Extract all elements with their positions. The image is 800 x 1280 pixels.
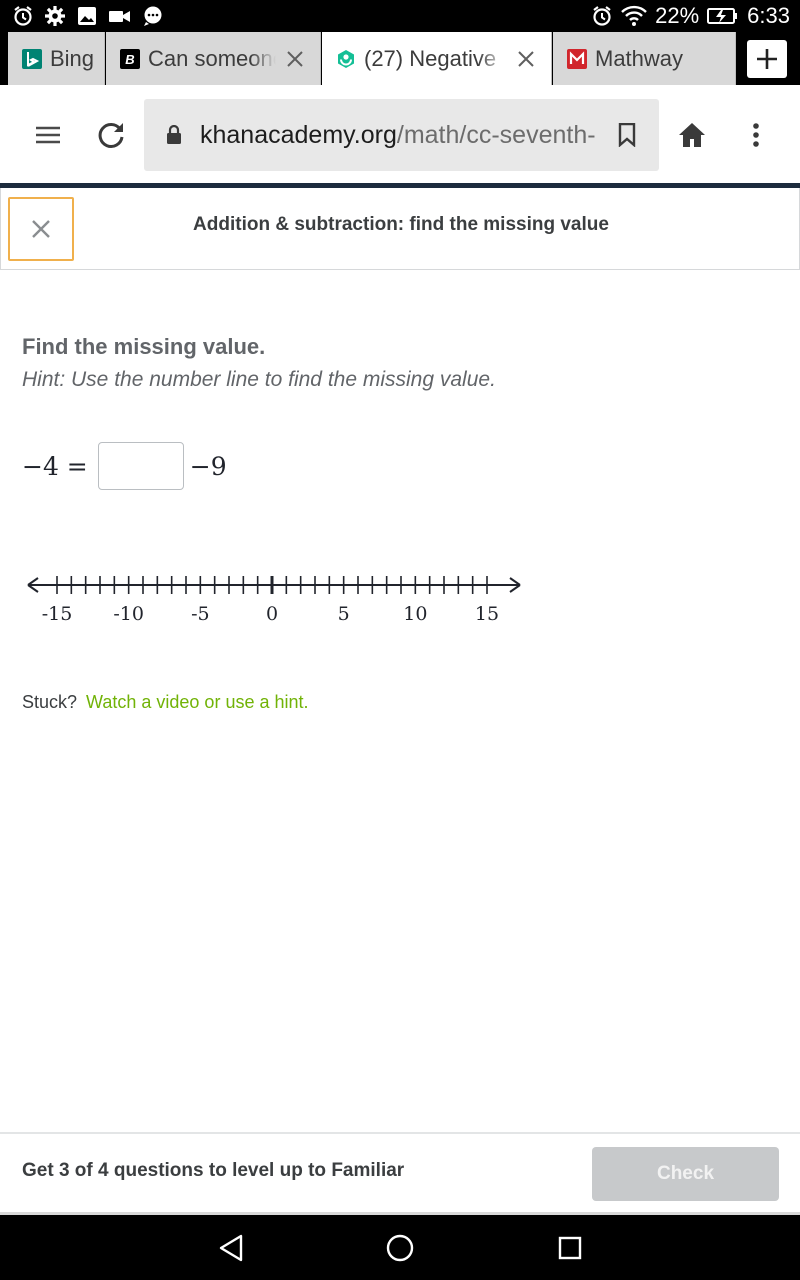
- home-circle-icon: [386, 1234, 414, 1262]
- equation: −4 = −9: [22, 442, 227, 490]
- answer-input[interactable]: [97, 442, 184, 490]
- recents-square-icon: [558, 1236, 582, 1260]
- battery-icon: [707, 6, 739, 26]
- close-tab-icon[interactable]: [282, 46, 308, 72]
- status-bar: 22% 6:33: [0, 0, 800, 32]
- address-bar[interactable]: khanacademy.org/math/cc-seventh-grade-ma…: [144, 99, 659, 171]
- tab-title: Bing: [50, 45, 95, 71]
- plus-icon: [757, 49, 777, 69]
- tab-title: (27) Negative: [364, 45, 497, 71]
- reload-icon: [98, 122, 124, 148]
- tab-khan-academy[interactable]: (27) Negative: [322, 32, 552, 85]
- tab-brainly[interactable]: B Can someone: [106, 32, 321, 85]
- video-icon: [108, 5, 132, 27]
- url-path: /math/cc-seventh-grade-math: [396, 120, 596, 149]
- chat-icon: [142, 5, 164, 27]
- stuck-label: Stuck?: [22, 692, 78, 712]
- equation-lhs: −4 =: [22, 451, 88, 481]
- recents-button[interactable]: [555, 1233, 585, 1263]
- tab-strip: Bing B Can someone (27) Negative Mathway: [0, 32, 800, 85]
- tick-label: 5: [338, 603, 350, 625]
- home-button[interactable]: [668, 111, 716, 159]
- overflow-menu-button[interactable]: [732, 111, 780, 159]
- close-tab-icon[interactable]: [513, 46, 539, 72]
- battery-percent: 22%: [655, 3, 700, 28]
- bookmark-icon[interactable]: [613, 121, 641, 149]
- watch-video-hint-link[interactable]: Watch a video or use a hint.: [86, 692, 308, 712]
- alarm-icon: [12, 5, 34, 27]
- bing-icon: [22, 48, 42, 69]
- tab-title: Can someone: [148, 45, 276, 71]
- gear-icon: [44, 5, 66, 27]
- reload-button[interactable]: [87, 111, 135, 159]
- image-icon: [76, 5, 98, 27]
- equation-rhs: −9: [189, 451, 227, 481]
- level-up-text: Get 3 of 4 questions to level up to Fami…: [22, 1160, 405, 1181]
- browser-toolbar: khanacademy.org/math/cc-seventh-grade-ma…: [0, 85, 800, 185]
- tab-bing[interactable]: Bing: [8, 32, 105, 85]
- exercise-title: Addition & subtraction: find the missing…: [193, 214, 609, 235]
- url-text: khanacademy.org/math/cc-seventh-grade-ma…: [200, 121, 596, 150]
- tick-label: 0: [266, 603, 278, 625]
- exercise-header: Addition & subtraction: find the missing…: [0, 188, 800, 270]
- tick-label: 10: [403, 603, 427, 625]
- tick-label: -5: [191, 603, 210, 625]
- mathway-icon: [567, 48, 587, 69]
- wifi-icon: [621, 5, 647, 27]
- tab-title: Mathway: [595, 45, 684, 71]
- navigation-bar: [0, 1215, 800, 1280]
- question-prompt: Find the missing value.: [22, 334, 266, 359]
- check-button[interactable]: Check: [592, 1147, 779, 1201]
- clock: 6:33: [747, 3, 790, 28]
- menu-button[interactable]: [24, 111, 72, 159]
- hamburger-icon: [36, 126, 60, 144]
- url-domain: khanacademy.org: [200, 120, 397, 149]
- home-nav-button[interactable]: [385, 1233, 415, 1263]
- svg-text:B: B: [125, 52, 134, 67]
- new-tab-button[interactable]: [747, 40, 787, 78]
- tab-mathway[interactable]: Mathway: [553, 32, 736, 85]
- brainly-icon: B: [120, 48, 140, 69]
- alarm-icon: [591, 5, 613, 27]
- lock-icon: [164, 123, 184, 147]
- number-line: -15 -10 -5 0 5 10 15: [27, 576, 521, 625]
- question-hint: Hint: Use the number line to find the mi…: [22, 368, 496, 391]
- tick-label: -15: [42, 603, 73, 625]
- back-button[interactable]: [216, 1233, 246, 1263]
- back-triangle-icon: [219, 1234, 243, 1262]
- exercise-footer: Get 3 of 4 questions to level up to Fami…: [0, 1132, 800, 1212]
- more-vert-icon: [753, 123, 759, 147]
- stuck-area: Stuck? Watch a video or use a hint.: [22, 692, 309, 713]
- tick-label: -10: [113, 603, 144, 625]
- home-icon: [679, 123, 705, 147]
- tick-label: 15: [475, 603, 499, 625]
- khan-icon: [336, 49, 356, 69]
